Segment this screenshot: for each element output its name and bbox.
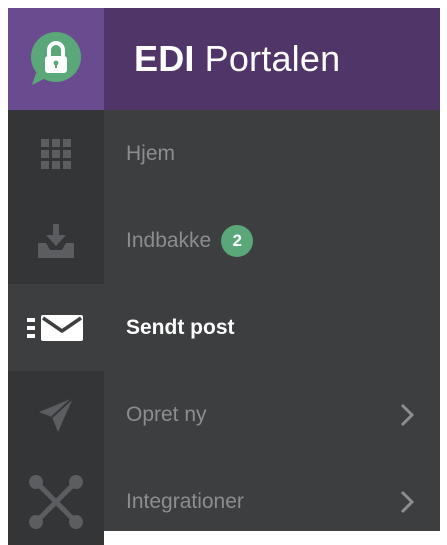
nav-item-opret-ny[interactable]: Opret ny xyxy=(8,371,440,458)
nav-item-integrationer[interactable]: Integrationer xyxy=(8,458,440,545)
chat-lock-icon xyxy=(31,32,81,85)
title-rest: Portalen xyxy=(204,38,341,79)
nav-label-sendt-post: Sendt post xyxy=(126,315,235,339)
sidebar-nav: Hjem Indbakke 2 Sendt post Opret ny Inte… xyxy=(8,110,440,545)
nav-icon-cell xyxy=(8,371,104,458)
nav-label-opret-ny: Opret ny xyxy=(126,402,207,426)
title-bold: EDI xyxy=(134,38,195,79)
paper-plane-icon xyxy=(39,396,74,432)
nav-label-indbakke: Indbakke xyxy=(126,228,212,252)
chevron-right-icon xyxy=(400,490,414,513)
nav-icon-cell xyxy=(8,110,104,197)
nav-label-integrationer: Integrationer xyxy=(126,489,244,513)
nav-icon-cell xyxy=(8,284,104,371)
sent-mail-icon xyxy=(27,314,83,341)
grid-icon xyxy=(41,138,71,169)
nav-label-hjem: Hjem xyxy=(126,141,176,165)
network-icon xyxy=(29,474,83,529)
inbox-download-icon xyxy=(38,223,74,258)
header-bar: EDI Portalen xyxy=(8,8,440,110)
chevron-right-icon xyxy=(400,403,414,426)
logo[interactable] xyxy=(8,8,104,110)
nav-item-hjem[interactable]: Hjem xyxy=(8,110,440,197)
nav-icon-cell xyxy=(8,197,104,284)
nav-item-indbakke[interactable]: Indbakke 2 xyxy=(8,197,440,284)
nav-icon-cell xyxy=(8,458,104,545)
app-title: EDI Portalen xyxy=(104,8,440,110)
unread-count-badge: 2 xyxy=(221,224,254,257)
app-window: EDI Portalen Hjem Indbakke 2 Sendt post … xyxy=(0,0,447,545)
nav-item-sendt-post[interactable]: Sendt post xyxy=(8,284,440,371)
